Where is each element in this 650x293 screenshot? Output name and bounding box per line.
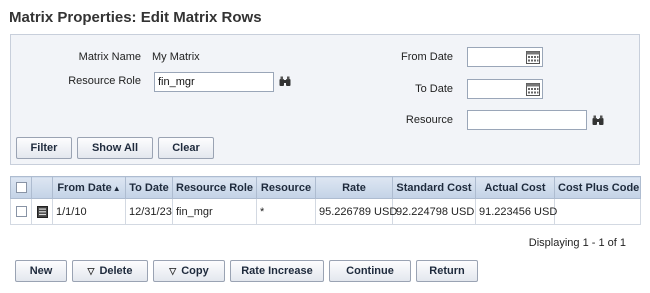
row-checkbox[interactable]	[15, 206, 27, 218]
binoculars-icon[interactable]	[279, 76, 291, 87]
cell-from-date: 1/1/10	[52, 198, 126, 225]
cell-resource-role: fin_mgr	[172, 198, 257, 225]
select-all-checkbox[interactable]	[15, 182, 27, 194]
column-header-actual-cost[interactable]: Actual Cost	[475, 176, 555, 199]
sort-ascending-icon: ▲	[112, 183, 121, 193]
rate-increase-button[interactable]: Rate Increase	[230, 260, 324, 282]
cell-resource: *	[256, 198, 316, 225]
clear-button[interactable]: Clear	[158, 137, 214, 159]
matrix-rows-table: From Date▲ To Date Resource Role Resourc…	[10, 176, 641, 225]
column-header-resource-role[interactable]: Resource Role	[172, 176, 257, 199]
matrix-name-value: My Matrix	[152, 51, 200, 63]
calendar-icon[interactable]	[526, 51, 540, 64]
cell-actual-cost: 91.223456 USD	[475, 198, 557, 225]
filter-button[interactable]: Filter	[16, 137, 72, 159]
column-header-from-date[interactable]: From Date▲	[52, 176, 126, 199]
row-icon-header	[31, 176, 53, 199]
filter-panel: Matrix Name My Matrix Resource Role From…	[10, 34, 640, 165]
return-button[interactable]: Return	[416, 260, 478, 282]
column-header-rate[interactable]: Rate	[315, 176, 393, 199]
cell-to-date: 12/31/23	[125, 198, 173, 225]
resource-input[interactable]	[467, 110, 587, 130]
row-properties-cell[interactable]	[31, 198, 53, 225]
column-header-standard-cost[interactable]: Standard Cost	[392, 176, 476, 199]
resource-label: Resource	[405, 114, 453, 126]
resource-role-label: Resource Role	[68, 75, 141, 87]
new-button[interactable]: New	[15, 260, 67, 282]
column-header-to-date[interactable]: To Date	[125, 176, 173, 199]
properties-icon[interactable]	[36, 205, 48, 218]
matrix-name-label: Matrix Name	[78, 51, 141, 63]
cell-cost-plus-code	[554, 198, 641, 225]
binoculars-icon[interactable]	[592, 115, 604, 126]
select-all-checkbox-cell[interactable]	[10, 176, 32, 199]
pagination-status: Displaying 1 - 1 of 1	[528, 237, 626, 249]
calendar-icon[interactable]	[526, 83, 540, 96]
table-row[interactable]: 1/1/10 12/31/23 fin_mgr * 95.226789 USD …	[10, 198, 641, 225]
chevron-down-icon: ▽	[169, 265, 177, 276]
row-checkbox-cell[interactable]	[10, 198, 32, 225]
cell-standard-cost: 92.224798 USD	[392, 198, 476, 225]
chevron-down-icon: ▽	[87, 265, 95, 276]
continue-button[interactable]: Continue	[329, 260, 411, 282]
column-header-cost-plus-code[interactable]: Cost Plus Code	[554, 176, 641, 199]
from-date-label: From Date	[401, 51, 453, 63]
resource-role-input[interactable]	[154, 72, 274, 92]
column-header-resource[interactable]: Resource	[256, 176, 316, 199]
delete-button[interactable]: ▽ Delete	[72, 260, 148, 282]
cell-rate: 95.226789 USD	[315, 198, 397, 225]
page-title: Matrix Properties: Edit Matrix Rows	[9, 9, 262, 26]
show-all-button[interactable]: Show All	[77, 137, 153, 159]
copy-button[interactable]: ▽ Copy	[153, 260, 225, 282]
table-header-row: From Date▲ To Date Resource Role Resourc…	[10, 176, 641, 199]
to-date-label: To Date	[415, 83, 453, 95]
